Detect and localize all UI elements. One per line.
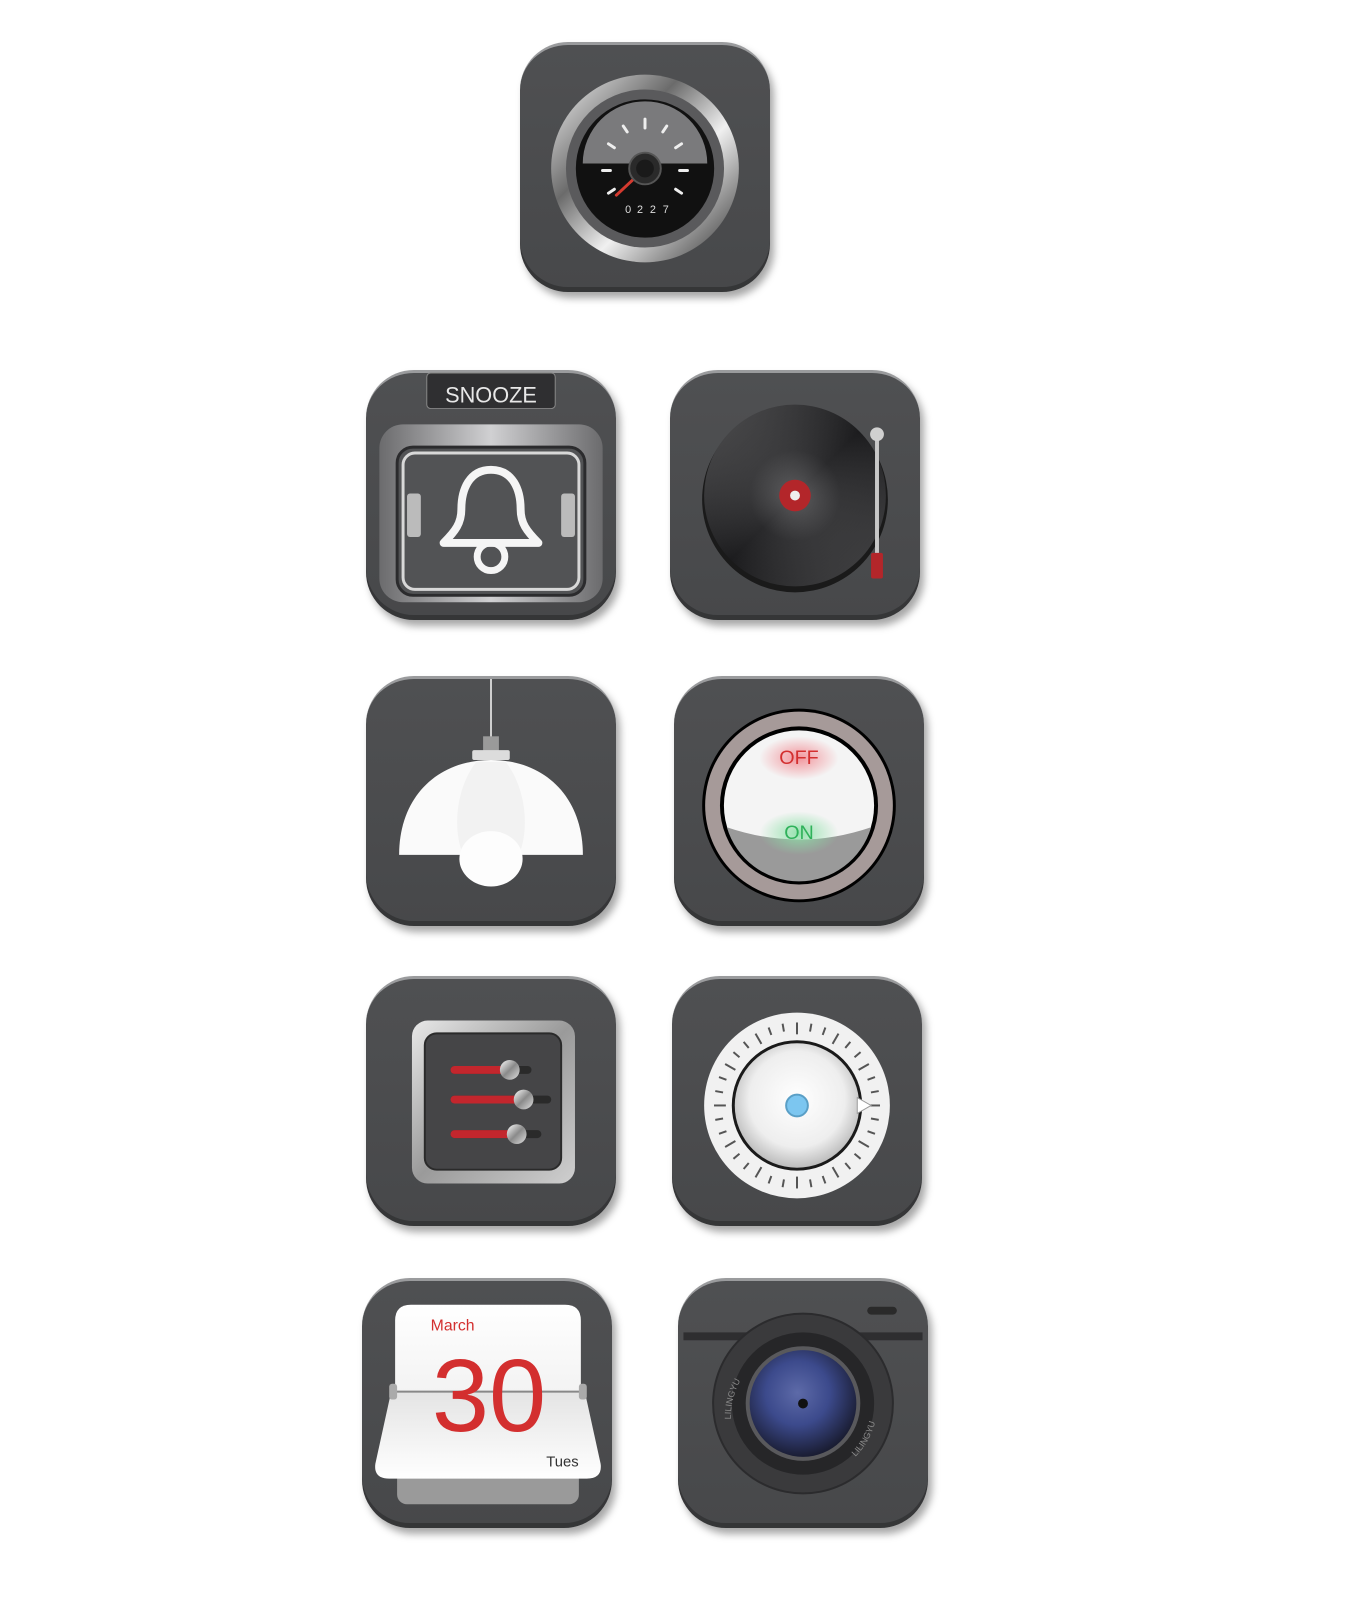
dial-tick: [809, 1023, 813, 1032]
alarm-app-icon[interactable]: SNOOZE: [366, 370, 616, 620]
calendar-app-icon[interactable]: March 30 Tues: [362, 1278, 612, 1528]
dial-tick: [870, 1117, 879, 1121]
odometer-digit: 7: [663, 204, 669, 216]
record-player-icon: [702, 404, 888, 593]
camera-lens-icon: LILINGYU LILINGYU: [683, 1306, 923, 1495]
music-app-icon[interactable]: [670, 370, 920, 620]
lamp-app-icon[interactable]: [366, 676, 616, 926]
dial-tick: [715, 1117, 724, 1121]
equalizer-sliders-icon: [411, 1020, 575, 1184]
snooze-label: SNOOZE: [445, 383, 537, 408]
dial-tick: [809, 1179, 813, 1188]
power-switch-app-icon[interactable]: OFF ON: [674, 676, 924, 926]
dial-tick: [781, 1179, 785, 1188]
calendar-day: 30: [432, 1338, 546, 1453]
off-label: OFF: [779, 747, 819, 769]
pendant-lamp-icon: [399, 679, 583, 887]
dial-tick: [781, 1023, 785, 1032]
speedometer-app-icon[interactable]: 0 2 2 7: [520, 42, 770, 292]
calendar-weekday: Tues: [546, 1455, 578, 1471]
odometer-digit: 2: [650, 204, 656, 216]
dial-tick: [715, 1090, 724, 1094]
equalizer-app-icon[interactable]: [366, 976, 616, 1226]
calendar-month: March: [431, 1317, 475, 1334]
alarm-bell-icon: SNOOZE: [379, 372, 603, 603]
odometer-digit: 0: [625, 204, 631, 216]
dial-app-icon[interactable]: [672, 976, 922, 1226]
dial-tick: [870, 1090, 879, 1094]
speedometer-icon: 0 2 2 7: [551, 74, 739, 263]
dial-knob-icon: [704, 1012, 890, 1199]
flip-calendar-icon: March 30 Tues: [375, 1304, 601, 1505]
on-label: ON: [784, 822, 814, 844]
odometer-digit: 2: [637, 204, 643, 216]
camera-app-icon[interactable]: LILINGYU LILINGYU: [678, 1278, 928, 1528]
power-switch-icon: OFF ON: [702, 708, 896, 903]
